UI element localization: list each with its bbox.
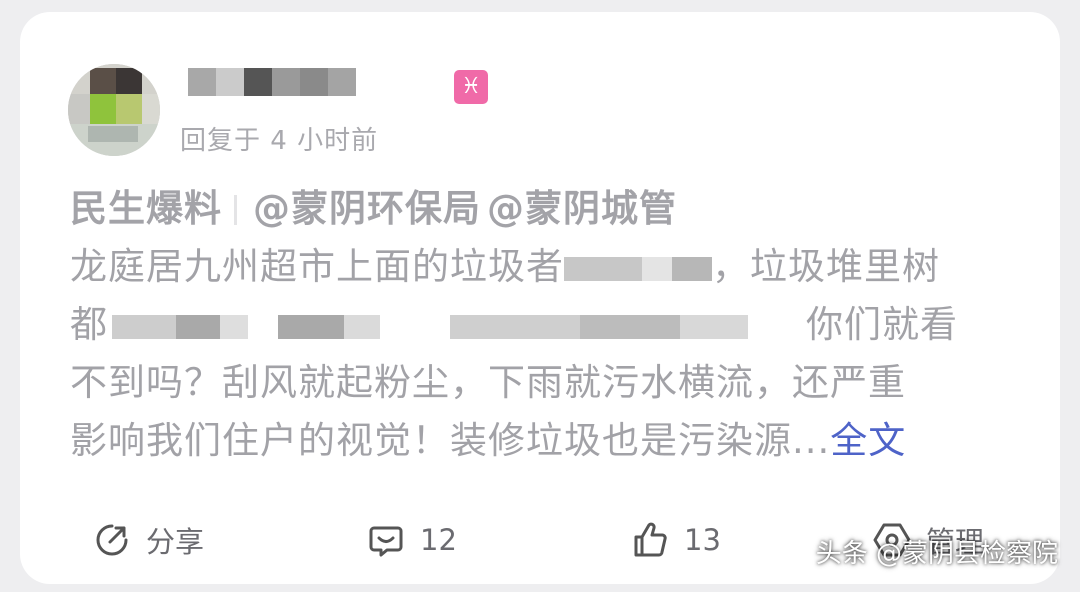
like-button[interactable]: 13 [630, 512, 721, 568]
share-button[interactable]: 分享 [92, 512, 204, 568]
mention-link[interactable]: @蒙阴环保局 [253, 187, 481, 230]
post-line-2: 龙庭居九州超市上面的垃圾者 ，垃圾堆里树 [70, 238, 1050, 296]
divider [234, 195, 237, 225]
comment-icon [369, 526, 403, 557]
comment-count: 12 [420, 523, 457, 557]
comment-button[interactable]: 12 [366, 512, 457, 568]
redacted-text [450, 315, 580, 339]
redacted-text [344, 315, 380, 339]
redacted-text [580, 315, 680, 339]
post-text: 不到吗？刮风就起粉尘，下雨就污水横流，还严重 [70, 361, 906, 404]
reply-time: 回复于 4 小时前 [180, 126, 379, 156]
comment-card: ♓ 回复于 4 小时前 民生爆料 @蒙阴环保局 @蒙阴城管 龙庭居九州超市上面的垃圾… [20, 12, 1060, 584]
post-text: 龙庭居九州超市上面的垃圾者 [70, 245, 564, 288]
post-line-3: 都 你们就看 [70, 296, 1050, 354]
post-text: 影响我们住户的视觉！装修垃圾也是污染源... [70, 419, 831, 462]
like-count: 13 [684, 523, 721, 557]
post-line-1: 民生爆料 @蒙阴环保局 @蒙阴城管 [70, 180, 1050, 238]
post-text: 都 [70, 303, 108, 346]
zodiac-pisces-icon: ♓ [454, 70, 488, 104]
redacted-text [176, 315, 220, 339]
username-redacted[interactable] [188, 68, 356, 96]
redacted-text [112, 315, 176, 339]
post-line-5: 影响我们住户的视觉！装修垃圾也是污染源...全文 [70, 412, 1050, 470]
post-text: 你们就看 [806, 303, 958, 346]
post-text: ，垃圾堆里树 [712, 245, 940, 288]
share-label: 分享 [146, 525, 205, 559]
watermark: 头条 @蒙阴县检察院 [815, 539, 1058, 569]
post-line-4: 不到吗？刮风就起粉尘，下雨就污水横流，还严重 [70, 354, 1050, 412]
topic-tag[interactable]: 民生爆料 [70, 187, 222, 230]
redacted-text [672, 257, 712, 281]
mention-link[interactable]: @蒙阴城管 [487, 187, 677, 230]
redacted-text [642, 257, 672, 281]
avatar[interactable] [68, 64, 160, 156]
redacted-text [564, 257, 642, 281]
share-icon [96, 524, 128, 556]
redacted-text [680, 315, 748, 339]
redacted-text [220, 315, 248, 339]
redacted-text [278, 315, 344, 339]
full-text-link[interactable]: 全文 [830, 419, 906, 462]
thumbs-up-icon [634, 522, 667, 557]
post-content[interactable]: 民生爆料 @蒙阴环保局 @蒙阴城管 龙庭居九州超市上面的垃圾者 ，垃圾堆里树 都 你们就… [70, 180, 1050, 470]
